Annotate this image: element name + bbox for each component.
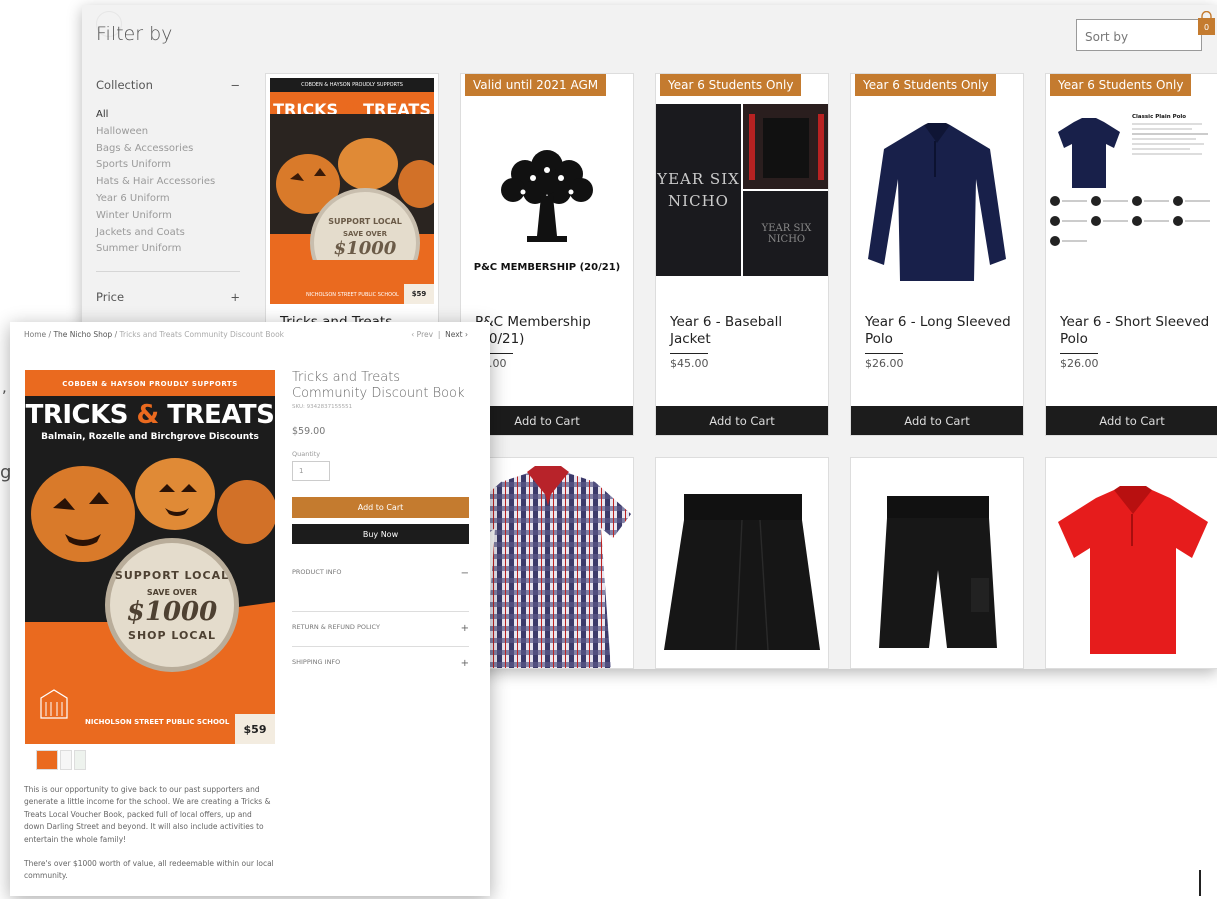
product-card-red-polo[interactable]: [1045, 457, 1217, 669]
filter-divider: [96, 271, 240, 272]
product-price: $45.00: [670, 357, 709, 370]
collection-link[interactable]: Year 6 Uniform: [96, 191, 215, 208]
collection-link[interactable]: Summer Uniform: [96, 241, 215, 258]
product-card-skirt[interactable]: [655, 457, 829, 669]
product-pager: ‹ Prev | Next ›: [411, 330, 468, 339]
collection-link[interactable]: Sports Uniform: [96, 157, 215, 174]
product-badge: Year 6 Students Only: [1050, 74, 1192, 96]
collection-filter-header[interactable]: Collection −: [96, 78, 240, 92]
accordion-divider: [292, 646, 469, 647]
collection-link[interactable]: Bags & Accessories: [96, 141, 215, 158]
next-link[interactable]: Next: [445, 330, 462, 339]
thumbnail-1[interactable]: [36, 750, 58, 770]
product-card-long-sleeved-polo[interactable]: Year 6 Students Only Year 6 - Long Sleev…: [850, 73, 1024, 436]
text-fragment-comma: ,: [2, 378, 7, 396]
product-badge: Year 6 Students Only: [855, 74, 997, 96]
product-detail-window: Home / The Nicho Shop / Tricks and Treat…: [10, 322, 490, 896]
quantity-label: Quantity: [292, 450, 321, 458]
collapse-icon: −: [460, 568, 469, 579]
accordion-refund-policy[interactable]: RETURN & REFUND POLICY +: [292, 623, 469, 634]
chevron-left-icon[interactable]: ‹: [411, 330, 414, 339]
collection-link[interactable]: Jackets and Coats: [96, 225, 215, 242]
collection-link[interactable]: All: [96, 107, 215, 124]
breadcrumb: Home / The Nicho Shop / Tricks and Treat…: [24, 330, 285, 339]
product-main-image[interactable]: COBDEN & HAYSON PROUDLY SUPPORTS TRICKS …: [25, 370, 275, 744]
product-description: This is our opportunity to give back to …: [24, 785, 274, 881]
product-name[interactable]: Year 6 - Short Sleeved Polo: [1060, 314, 1210, 354]
chevron-right-icon[interactable]: ›: [465, 330, 468, 339]
short-sleeved-polo-spec-image: Classic Plain Polo: [1050, 110, 1214, 270]
tree-logo-icon: [501, 149, 593, 242]
add-to-cart-button[interactable]: Add to Cart: [656, 406, 828, 435]
add-to-cart-button[interactable]: Add to Cart: [292, 497, 469, 518]
expand-icon: +: [460, 623, 469, 634]
product-name[interactable]: P&C Membership (20/21): [475, 314, 625, 354]
school-building-icon: [40, 689, 68, 719]
quantity-input[interactable]: 1: [292, 461, 330, 481]
product-card-short-sleeved-polo[interactable]: Year 6 Students Only Classic Plain Polo: [1045, 73, 1217, 436]
collection-link[interactable]: Hats & Hair Accessories: [96, 174, 215, 191]
long-sleeved-polo-image: [855, 104, 1019, 304]
product-price: $26.00: [865, 357, 904, 370]
buy-now-button[interactable]: Buy Now: [292, 524, 469, 544]
product-sku: SKU: 9342837155551: [292, 404, 353, 410]
expand-icon: +: [460, 658, 469, 669]
black-shorts-image: [879, 496, 997, 648]
thumbnail-2[interactable]: [60, 750, 72, 770]
cart-icon[interactable]: 0: [1196, 10, 1217, 37]
add-to-cart-button[interactable]: Add to Cart: [1046, 406, 1217, 435]
collection-list: All Halloween Bags & Accessories Sports Uni…: [96, 107, 215, 258]
price-label: Price: [96, 290, 125, 304]
product-badge: Valid until 2021 AGM: [465, 74, 607, 96]
pc-membership-image: P&C MEMBERSHIP (20/21): [465, 104, 629, 304]
black-skirt-image: [664, 494, 820, 651]
red-polo-image: [1058, 486, 1208, 654]
expand-icon[interactable]: +: [230, 290, 240, 304]
thumbnail-3[interactable]: [74, 750, 86, 770]
product-title: Tricks and Treats Community Discount Boo…: [292, 370, 465, 401]
accordion-divider: [292, 611, 469, 612]
cart-count: 0: [1204, 23, 1209, 32]
product-price: $59.00: [292, 426, 326, 437]
collapse-icon[interactable]: −: [230, 78, 240, 92]
price-filter-header[interactable]: Price +: [96, 290, 240, 304]
breadcrumb-shop[interactable]: The Nicho Shop: [53, 330, 112, 339]
breadcrumb-home[interactable]: Home: [24, 330, 46, 339]
breadcrumb-current: Tricks and Treats Community Discount Boo…: [119, 330, 285, 339]
accordion-shipping-info[interactable]: SHIPPING INFO +: [292, 658, 469, 669]
product-badge: Year 6 Students Only: [660, 74, 802, 96]
accordion-product-info[interactable]: PRODUCT INFO −: [292, 568, 469, 579]
tricks-treats-thumbnail: COBDEN & HAYSON PROUDLY SUPPORTS TRICKS …: [270, 78, 434, 304]
collection-link[interactable]: Halloween: [96, 124, 215, 141]
sort-dropdown[interactable]: Sort by: [1076, 19, 1202, 51]
add-to-cart-button[interactable]: Add to Cart: [851, 406, 1023, 435]
thumbnail-strip: [36, 750, 86, 770]
filter-title: Filter by: [96, 23, 173, 45]
product-name[interactable]: Year 6 - Baseball Jacket: [670, 314, 820, 354]
product-price: $26.00: [1060, 357, 1099, 370]
baseball-jacket-image: YEAR SIX NICHO YEAR SIX NICHO: [656, 104, 828, 276]
text-cursor: [1199, 870, 1201, 896]
product-name[interactable]: Year 6 - Long Sleeved Polo: [865, 314, 1015, 354]
prev-link[interactable]: Prev: [417, 330, 433, 339]
product-card-shorts[interactable]: [850, 457, 1024, 669]
collection-link[interactable]: Winter Uniform: [96, 208, 215, 225]
product-card-baseball-jacket[interactable]: Year 6 Students Only YEAR SIX NICHO YEAR …: [655, 73, 829, 436]
collection-label: Collection: [96, 78, 153, 92]
screenshot-canvas: , g Filter by Collection − All Halloween Ba…: [0, 0, 1217, 899]
